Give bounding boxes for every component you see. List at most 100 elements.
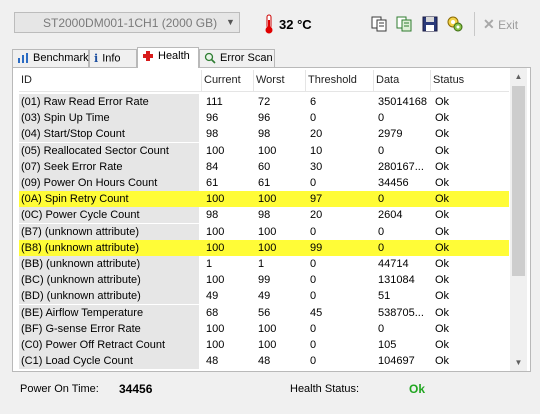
drive-select[interactable]: ST2000DM001-1CH1 (2000 GB) ▼ xyxy=(14,12,240,33)
cell-worst: 99 xyxy=(258,274,271,287)
cell-id: (BC) (unknown attribute) xyxy=(19,272,199,289)
column-header-current[interactable]: Current xyxy=(202,70,254,91)
cell-id: (03) Spin Up Time xyxy=(19,110,199,127)
table-row[interactable]: (05) Reallocated Sector Count 100 100 10 0 Ok xyxy=(19,142,509,159)
scrollbar-thumb[interactable] xyxy=(512,86,525,276)
cell-status: Ok xyxy=(435,128,450,141)
table-row[interactable]: (04) Start/Stop Count 98 98 20 2979 Ok xyxy=(19,126,509,143)
tab-label: Benchmark xyxy=(33,52,89,64)
column-header-data[interactable]: Data xyxy=(374,70,431,91)
cell-current: 100 xyxy=(206,274,225,287)
cell-current: 100 xyxy=(206,241,225,254)
tab-benchmark[interactable]: Benchmark xyxy=(12,49,89,67)
cell-current: 100 xyxy=(206,225,225,238)
table-row[interactable]: (BD) (unknown attribute) 49 49 0 51 Ok xyxy=(19,288,509,305)
table-row[interactable]: (BE) Airflow Temperature 68 56 45 538705... O… xyxy=(19,304,509,321)
cell-threshold: 0 xyxy=(310,177,317,189)
thermometer-icon xyxy=(265,14,273,34)
table-row[interactable]: (BC) (unknown attribute) 100 99 0 131084 Ok xyxy=(19,272,509,289)
cell-id: (09) Power On Hours Count xyxy=(19,175,199,191)
cell-threshold: 0 xyxy=(310,339,317,351)
smart-table: ID Current Worst Threshold Data Status (… xyxy=(19,70,509,372)
copy-all-icon[interactable] xyxy=(395,15,413,33)
cell-threshold: 0 xyxy=(310,274,317,287)
cell-data: 0 xyxy=(378,225,385,238)
cell-data: 44714 xyxy=(378,258,409,270)
table-row[interactable]: (0C) Power Cycle Count 98 98 20 2604 Ok xyxy=(19,207,509,224)
scroll-down-icon[interactable]: ▼ xyxy=(510,354,527,371)
cell-status: Ok xyxy=(435,96,450,108)
cell-id: (BB) (unknown attribute) xyxy=(19,256,199,272)
chevron-down-icon[interactable]: ▼ xyxy=(222,13,239,32)
column-header-worst[interactable]: Worst xyxy=(254,70,306,91)
cell-status: Ok xyxy=(435,193,450,206)
temperature-value: 32 °C xyxy=(279,17,312,32)
cell-id: (B7) (unknown attribute) xyxy=(19,223,199,240)
cell-status: Ok xyxy=(435,160,450,173)
cell-id: (04) Start/Stop Count xyxy=(19,126,199,143)
cell-worst: 49 xyxy=(258,290,271,303)
exit-label: Exit xyxy=(498,18,519,32)
cell-data: 0 xyxy=(378,112,385,125)
column-header-threshold[interactable]: Threshold xyxy=(306,70,374,91)
cell-data: 105 xyxy=(378,339,397,351)
cell-threshold: 6 xyxy=(310,96,317,108)
cell-data: 35014168 xyxy=(378,96,427,108)
cell-threshold: 30 xyxy=(310,160,323,173)
cell-id: (07) Seek Error Rate xyxy=(19,158,199,175)
cell-id: (BF) G-sense Error Rate xyxy=(19,320,199,337)
cell-worst: 100 xyxy=(258,339,277,351)
column-header-status[interactable]: Status xyxy=(431,70,509,91)
cell-data: 538705... xyxy=(378,306,424,319)
table-row[interactable]: (07) Seek Error Rate 84 60 30 280167... Ok xyxy=(19,158,509,175)
cell-data: 0 xyxy=(378,241,385,254)
cell-status: Ok xyxy=(435,112,450,125)
copy-icon[interactable] xyxy=(370,15,388,33)
cell-current: 1 xyxy=(206,258,213,270)
table-row[interactable]: (B8) (unknown attribute) 100 100 99 0 Ok xyxy=(19,239,509,256)
cell-data: 0 xyxy=(378,193,385,206)
table-row[interactable]: (BB) (unknown attribute) 1 1 0 44714 Ok xyxy=(19,256,509,272)
table-row[interactable]: (0A) Spin Retry Count 100 100 97 0 Ok xyxy=(19,191,509,208)
table-row[interactable]: (09) Power On Hours Count 61 61 0 34456 Ok xyxy=(19,175,509,191)
table-row[interactable]: (03) Spin Up Time 96 96 0 0 Ok xyxy=(19,110,509,127)
toolbar-separator xyxy=(474,12,475,36)
cell-data: 131084 xyxy=(378,274,415,287)
cell-data: 280167... xyxy=(378,160,424,173)
cell-id: (05) Reallocated Sector Count xyxy=(19,142,199,159)
cell-id: (0A) Spin Retry Count xyxy=(19,191,199,208)
status-bar: Power On Time: 34456 Health Status: Ok xyxy=(0,374,540,414)
save-icon[interactable] xyxy=(421,15,439,33)
tab-health[interactable]: Health xyxy=(137,47,199,68)
cell-threshold: 10 xyxy=(310,144,323,157)
cell-worst: 1 xyxy=(258,258,265,270)
column-header-id[interactable]: ID xyxy=(19,70,202,91)
cell-worst: 100 xyxy=(258,225,277,238)
cell-threshold: 20 xyxy=(310,209,323,222)
cell-current: 49 xyxy=(206,290,219,303)
table-row[interactable]: (BF) G-sense Error Rate 100 100 0 0 Ok xyxy=(19,320,509,337)
table-row[interactable]: (C1) Load Cycle Count 48 48 0 104697 Ok xyxy=(19,353,509,370)
cell-current: 96 xyxy=(206,112,219,125)
cell-worst: 98 xyxy=(258,209,271,222)
scroll-up-icon[interactable]: ▲ xyxy=(510,68,527,85)
cell-worst: 100 xyxy=(258,144,277,157)
cell-status: Ok xyxy=(435,355,450,368)
vertical-scrollbar[interactable]: ▲ ▼ xyxy=(510,68,527,371)
cell-worst: 96 xyxy=(258,112,271,125)
cell-worst: 61 xyxy=(258,177,271,189)
exit-button[interactable]: ✕ Exit xyxy=(483,16,518,33)
cell-id: (BE) Airflow Temperature xyxy=(19,304,199,321)
cell-current: 100 xyxy=(206,339,225,351)
table-row[interactable]: (C0) Power Off Retract Count 100 100 0 105 Ok xyxy=(19,337,509,353)
tab-error-scan[interactable]: Error Scan xyxy=(199,49,275,67)
tab-label: Error Scan xyxy=(220,52,273,64)
options-icon[interactable] xyxy=(446,15,464,33)
cell-data: 34456 xyxy=(378,177,409,189)
tab-info[interactable]: i Info xyxy=(89,49,137,67)
table-row[interactable]: (01) Raw Read Error Rate 111 72 6 35014168 Ok xyxy=(19,94,509,110)
cell-current: 61 xyxy=(206,177,219,189)
info-icon: i xyxy=(94,52,99,65)
table-row[interactable]: (B7) (unknown attribute) 100 100 0 0 Ok xyxy=(19,223,509,240)
cell-data: 104697 xyxy=(378,355,415,368)
